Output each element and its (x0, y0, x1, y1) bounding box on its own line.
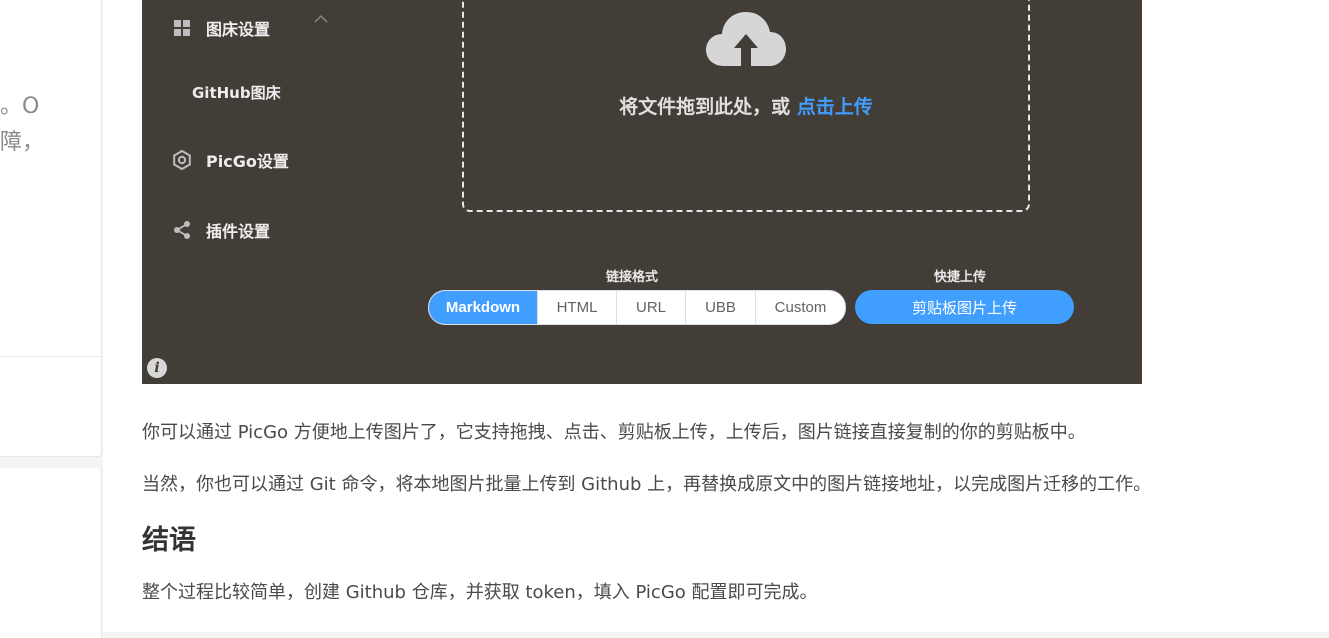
nav-label: 插件设置 (206, 222, 271, 241)
link-format-group: Markdown HTML URL UBB Custom (428, 290, 846, 325)
drop-hint: 将文件拖到此处，或 (619, 96, 797, 118)
nav-label: 图床设置 (206, 20, 271, 39)
quick-upload-label: 快捷上传 (934, 270, 987, 285)
format-option-url[interactable]: URL (616, 291, 685, 324)
link-format-label: 链接格式 (606, 270, 659, 285)
picgo-screenshot: 图床设置 GitHub图床 PicGo设置 插件设置 将文件拖到此处，或 点击上… (142, 0, 1142, 384)
sidebar-divider (0, 356, 101, 357)
upload-drop-zone[interactable]: 将文件拖到此处，或 点击上传 (462, 0, 1030, 212)
cloud-upload-icon (706, 12, 786, 68)
clipboard-upload-button[interactable]: 剪贴板图片上传 (855, 290, 1074, 324)
sidebar-snippet-line1: 成。O (0, 94, 40, 119)
format-option-html[interactable]: HTML (537, 291, 616, 324)
paragraph-2: 当然，你也可以通过 Git 命令，将本地图片批量上传到 Github 上，再替换… (142, 474, 1152, 495)
nav-item-github[interactable]: GitHub图床 (192, 82, 281, 103)
nav-label: PicGo设置 (206, 152, 289, 171)
sidebar-snippet-line2: 保障， (0, 130, 45, 155)
drop-zone-text: 将文件拖到此处，或 点击上传 (464, 92, 1028, 119)
article-main: 图床设置 GitHub图床 PicGo设置 插件设置 将文件拖到此处，或 点击上… (103, 0, 1329, 632)
sidebar-card: 成。O 保障， (0, 0, 102, 457)
chevron-up-icon[interactable] (314, 14, 328, 24)
nav-item-plugins[interactable]: 插件设置 (172, 218, 270, 242)
gear-icon (172, 150, 192, 170)
format-option-ubb[interactable]: UBB (685, 291, 755, 324)
nav-label: GitHub图床 (192, 84, 281, 102)
nav-item-picgo-settings[interactable]: PicGo设置 (172, 148, 289, 172)
paragraph-1: 你可以通过 PicGo 方便地上传图片了，它支持拖拽、点击、剪贴板上传，上传后，… (142, 422, 1086, 443)
info-icon[interactable]: i (147, 358, 167, 378)
share-icon (172, 220, 192, 240)
sidebar-card-2 (0, 468, 102, 638)
paragraph-3: 整个过程比较简单，创建 Github 仓库，并获取 token，填入 PicGo… (142, 582, 818, 603)
section-heading: 结语 (142, 525, 196, 556)
grid-icon (172, 18, 192, 38)
format-option-markdown[interactable]: Markdown (429, 291, 537, 324)
click-upload-link[interactable]: 点击上传 (797, 96, 873, 118)
nav-item-image-hosting[interactable]: 图床设置 (172, 16, 270, 40)
format-option-custom[interactable]: Custom (755, 291, 845, 324)
